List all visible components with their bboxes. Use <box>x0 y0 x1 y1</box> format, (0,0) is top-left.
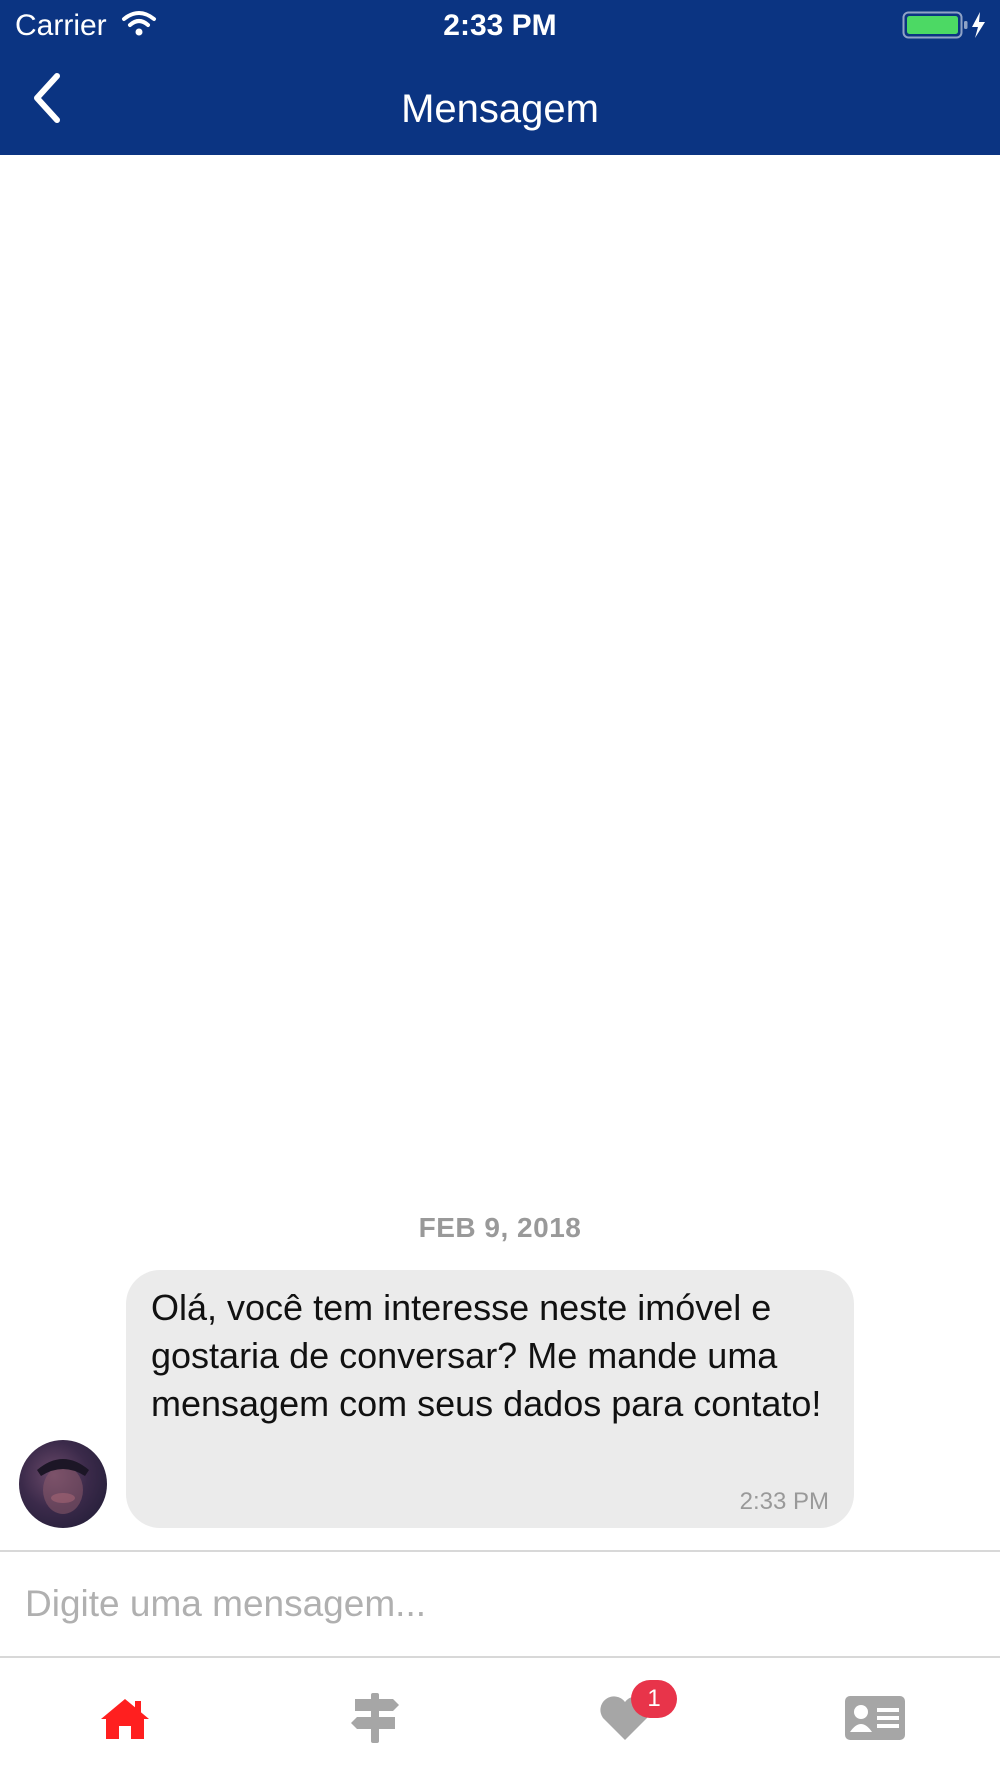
signpost-icon <box>351 1693 399 1743</box>
message-time: 2:33 PM <box>739 1488 829 1515</box>
message-text: Olá, você tem interesse neste imóvel e g… <box>151 1287 822 1424</box>
avatar-photo <box>37 1459 89 1514</box>
tab-home[interactable] <box>0 1658 250 1778</box>
page-title: Mensagem <box>401 87 599 131</box>
message-bubble[interactable]: Olá, você tem interesse neste imóvel e g… <box>126 1270 854 1528</box>
message-input[interactable] <box>0 1552 1000 1656</box>
tab-favorites[interactable]: 1 <box>500 1658 750 1778</box>
tab-directions[interactable] <box>250 1658 500 1778</box>
tab-bar: 1 <box>0 1658 1000 1778</box>
battery-charging-icon <box>902 11 985 39</box>
contact-card-icon <box>845 1696 905 1740</box>
home-icon <box>101 1699 149 1739</box>
date-separator: FEB 9, 2018 <box>418 1212 582 1243</box>
tab-profile[interactable] <box>750 1658 1000 1778</box>
navigation-header: Carrier 2:33 PM Mensagem <box>0 0 1000 155</box>
clock-label: 2:33 PM <box>443 9 557 42</box>
avatar[interactable] <box>19 1440 107 1528</box>
favorites-badge: 1 <box>631 1680 677 1718</box>
